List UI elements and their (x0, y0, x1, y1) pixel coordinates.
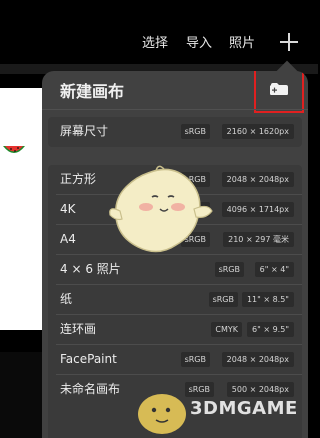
canvas-preset-row[interactable]: 连环画 CMYK 6" × 9.5" (48, 315, 302, 345)
popover-title: 新建画布 (60, 82, 125, 101)
canvas-preset-row[interactable]: FacePaint sRGB 2048 × 2048px (48, 345, 302, 375)
preset-name: 未命名画布 (60, 382, 121, 396)
new-canvas-plus-icon[interactable] (280, 33, 298, 51)
title-divider (42, 109, 308, 110)
preset-name: 正方形 (60, 172, 97, 186)
mascot-sticker-icon (109, 165, 213, 253)
preset-name: 连环画 (60, 322, 97, 336)
preset-name: 纸 (60, 292, 73, 306)
dimension-badge: 2048 × 2048px (221, 352, 294, 367)
color-profile-badge: sRGB (208, 292, 238, 307)
dimension-badge: 4096 × 1714px (221, 202, 294, 217)
dimension-badge: 6" × 4" (254, 262, 294, 277)
color-profile-badge: sRGB (180, 352, 210, 367)
new-custom-canvas-icon (270, 83, 288, 95)
canvas-preset-row[interactable]: 屏幕尺寸 sRGB 2160 × 1620px (48, 117, 302, 147)
canvas-preset-row[interactable]: 纸 sRGB 11" × 8.5" (48, 285, 302, 315)
dimension-badge: 2048 × 2048px (221, 172, 294, 187)
select-button[interactable]: 选择 (142, 35, 168, 53)
preset-name: FacePaint (60, 352, 117, 366)
color-profile-badge: CMYK (211, 322, 242, 337)
photos-button[interactable]: 照片 (229, 35, 255, 53)
dimension-badge: 6" × 9.5" (247, 322, 294, 337)
dimension-badge: 210 × 297 毫米 (223, 232, 294, 247)
screen-size-group: 屏幕尺寸 sRGB 2160 × 1620px (48, 117, 302, 147)
preset-name: 4K (60, 202, 76, 216)
watermark-text: 3DMGAME (190, 398, 298, 419)
color-profile-badge: sRGB (180, 124, 210, 139)
dimension-badge: 11" × 8.5" (241, 292, 294, 307)
preset-name: 4 × 6 照片 (60, 262, 121, 276)
color-profile-badge: sRGB (214, 262, 244, 277)
procreate-gallery-screen: 选择 导入 照片 新建画布 屏幕尺寸 sRGB 2160 × 1620px 正方… (0, 0, 318, 438)
import-button[interactable]: 导入 (186, 35, 212, 53)
preset-name: 屏幕尺寸 (60, 124, 109, 138)
gallery-toolbar: 选择 导入 照片 (0, 0, 318, 64)
custom-canvas-button[interactable] (254, 71, 304, 113)
watermelon-icon (3, 146, 25, 153)
dimension-badge: 2160 × 1620px (221, 124, 294, 139)
preset-name: A4 (60, 232, 76, 246)
